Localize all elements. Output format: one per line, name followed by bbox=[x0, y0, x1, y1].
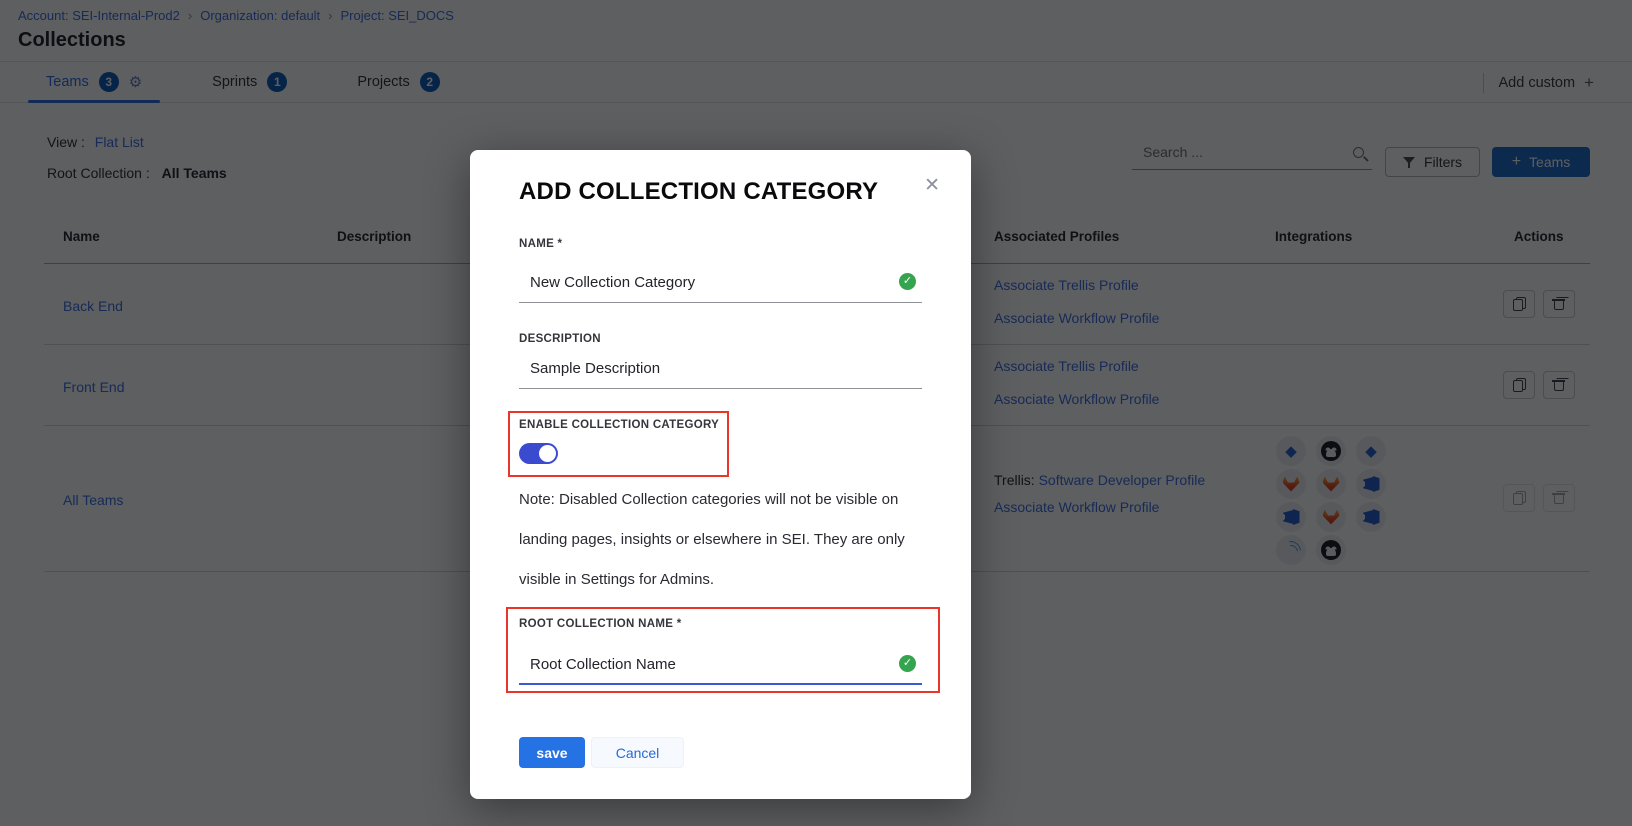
valid-check-icon: ✓ bbox=[899, 655, 916, 672]
enable-category-label: ENABLE COLLECTION CATEGORY bbox=[519, 419, 719, 431]
save-button[interactable]: save bbox=[519, 737, 585, 768]
description-field-label: DESCRIPTION bbox=[519, 333, 601, 345]
description-field bbox=[519, 350, 922, 389]
cancel-button[interactable]: Cancel bbox=[591, 737, 684, 768]
add-collection-category-modal: ADD COLLECTION CATEGORY ✕ NAME * ✓ DESCR… bbox=[470, 150, 971, 799]
root-collection-name-field: ✓ bbox=[519, 646, 922, 685]
note-line: landing pages, insights or elsewhere in … bbox=[519, 520, 905, 560]
enable-category-toggle[interactable] bbox=[519, 443, 558, 464]
name-field: ✓ bbox=[519, 264, 922, 303]
modal-title: ADD COLLECTION CATEGORY bbox=[519, 178, 878, 206]
valid-check-icon: ✓ bbox=[899, 273, 916, 290]
description-input[interactable] bbox=[519, 350, 922, 377]
root-collection-name-input[interactable] bbox=[519, 646, 922, 673]
name-input[interactable] bbox=[519, 264, 922, 291]
name-field-label: NAME * bbox=[519, 238, 562, 250]
note-line: visible in Settings for Admins. bbox=[519, 560, 905, 600]
note-line: Note: Disabled Collection categories wil… bbox=[519, 480, 905, 520]
close-icon[interactable]: ✕ bbox=[920, 172, 944, 199]
collections-page: Account: SEI-Internal-Prod2 › Organizati… bbox=[0, 0, 1632, 826]
root-collection-name-label: ROOT COLLECTION NAME * bbox=[519, 618, 681, 630]
modal-note: Note: Disabled Collection categories wil… bbox=[519, 480, 905, 600]
